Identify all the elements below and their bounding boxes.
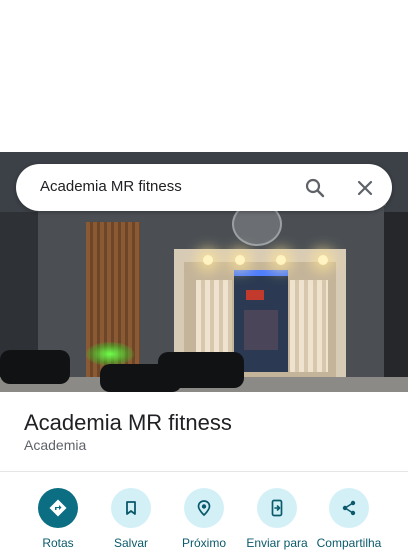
close-icon[interactable] <box>353 176 377 200</box>
map-blank-area <box>0 0 408 152</box>
photo-green-light <box>86 342 134 366</box>
nearby-icon <box>184 488 224 528</box>
action-bar: Rotas Salvar Próximo Enviar para Compart… <box>0 486 408 550</box>
place-title: Academia MR fitness <box>24 410 232 435</box>
search-bar[interactable]: Academia MR fitness <box>16 164 392 211</box>
photo-spotlight <box>235 255 245 265</box>
photo-right-wall <box>384 212 408 392</box>
share-label: Compartilha <box>316 536 382 550</box>
photo-gym-sign <box>246 290 264 300</box>
photo-spotlight <box>276 255 286 265</box>
place-category[interactable]: Academia <box>24 437 86 453</box>
search-icon[interactable] <box>303 176 327 200</box>
photo-gym-people <box>244 310 278 350</box>
photo-window-glow <box>234 270 288 276</box>
directions-icon <box>38 488 78 528</box>
search-query[interactable]: Academia MR fitness <box>40 178 182 195</box>
photo-spotlight <box>203 255 213 265</box>
photo-motorcycle <box>0 350 70 384</box>
send-to-phone-icon <box>257 488 297 528</box>
bookmark-icon <box>111 488 151 528</box>
photo-spotlight <box>318 255 328 265</box>
photo-motorcycle <box>158 352 244 388</box>
share-icon <box>329 488 369 528</box>
photo-curtain-right <box>290 280 328 372</box>
share-button[interactable]: Compartilha <box>309 486 389 550</box>
divider <box>0 471 408 472</box>
